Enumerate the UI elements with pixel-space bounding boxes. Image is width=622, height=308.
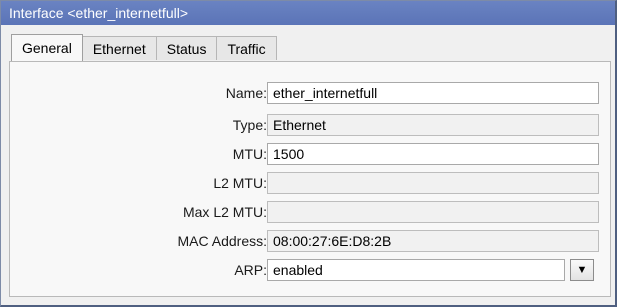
window-title[interactable]: Interface <ether_internetfull> [1,1,615,25]
arrow-down-icon: ▼ [576,264,588,276]
mac-address-label: MAC Address: [177,233,267,249]
arp-select[interactable]: enabled [267,259,565,281]
tab-ethernet[interactable]: Ethernet [81,36,157,60]
arp-label: ARP: [234,262,267,278]
type-row: Type: Ethernet [10,114,610,136]
max-l2mtu-label: Max L2 MTU: [182,204,267,220]
interface-window: Interface <ether_internetfull> General E… [0,0,617,307]
tab-traffic[interactable]: Traffic [216,36,277,60]
type-label: Type: [232,117,267,133]
tab-bar: General Ethernet Status Traffic [11,34,277,61]
max-l2mtu-field [267,201,599,223]
l2mtu-row: L2 MTU: [10,172,610,194]
mtu-input[interactable]: 1500 [267,143,599,165]
tab-status[interactable]: Status [155,36,218,60]
l2mtu-label: L2 MTU: [213,175,267,191]
name-input[interactable]: ether_internetfull [267,82,599,104]
arp-row: ARP: enabled ▼ [10,259,610,281]
mac-address-row: MAC Address: 08:00:27:6E:D8:2B [10,230,610,252]
l2mtu-field [267,172,599,194]
mtu-row: MTU: 1500 [10,143,610,165]
arp-dropdown-button[interactable]: ▼ [570,259,594,281]
type-field: Ethernet [267,114,599,136]
name-label: Name: [225,85,267,101]
mac-address-field: 08:00:27:6E:D8:2B [267,230,599,252]
max-l2mtu-row: Max L2 MTU: [10,201,610,223]
general-panel: Name: ether_internetfull Type: Ethernet … [9,61,611,297]
name-row: Name: ether_internetfull [10,82,610,104]
tab-general[interactable]: General [11,34,83,61]
mtu-label: MTU: [232,146,267,162]
